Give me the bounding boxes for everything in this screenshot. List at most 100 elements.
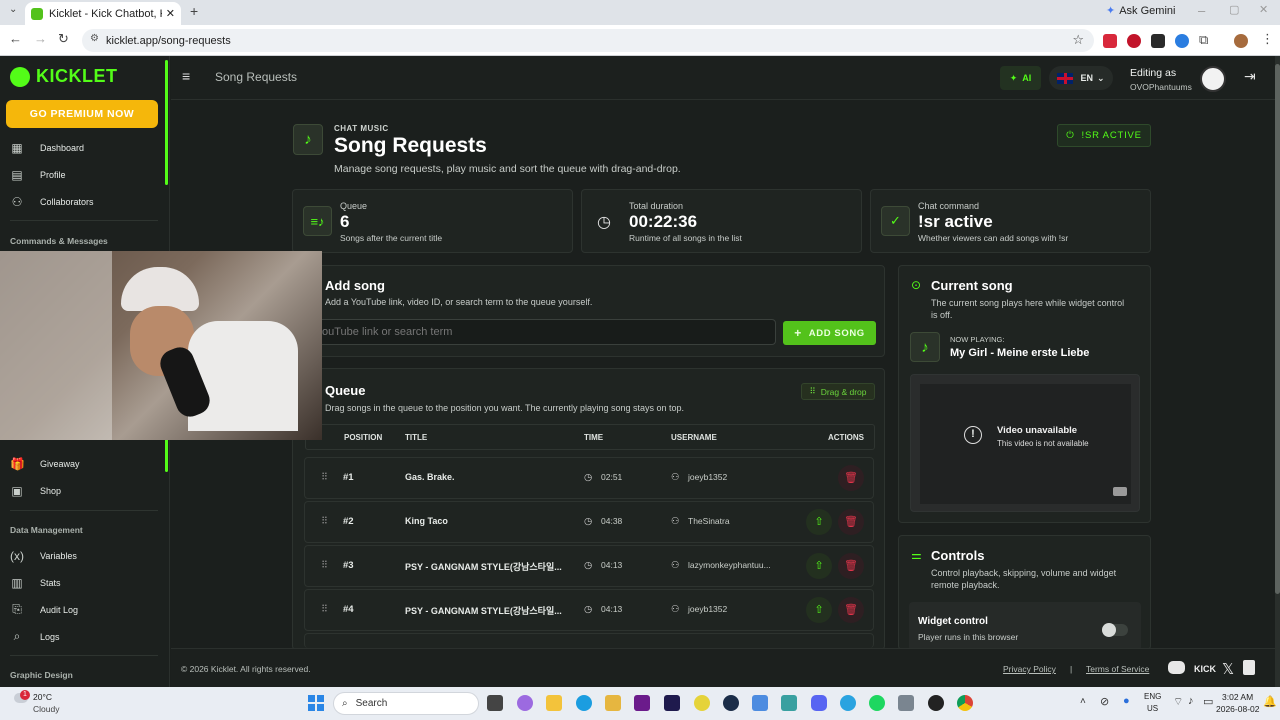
clock-time[interactable]: 3:02 AM (1222, 692, 1253, 702)
row-title: Gas. Brake. (405, 472, 455, 482)
drag-handle-icon: ⠿ (809, 386, 816, 396)
file-explorer-icon[interactable] (546, 695, 562, 711)
sidebar-item-shop[interactable]: ▣ Shop (10, 484, 61, 498)
taskbar-search-box[interactable]: ⌕ Search (333, 692, 479, 715)
tray-battery-icon[interactable]: ▭ (1203, 695, 1213, 708)
sidebar-item-audit-log[interactable]: ⎘ Audit Log (10, 602, 78, 617)
tray-wifi-icon[interactable]: ⌔ (1173, 695, 1183, 709)
drag-handle-icon[interactable]: ⠿ (321, 472, 328, 483)
x-twitter-icon[interactable]: 𝕏 (1222, 660, 1234, 678)
drag-handle-icon[interactable]: ⠿ (321, 516, 328, 527)
site-info-icon[interactable]: ⚙ (90, 33, 99, 44)
docs-icon[interactable] (1243, 660, 1255, 675)
drag-handle-icon[interactable]: ⠿ (321, 604, 328, 615)
sidebar-item-variables[interactable]: (x) Variables (10, 549, 77, 563)
reload-icon[interactable]: ↻ (58, 31, 69, 47)
tray-network-off-icon[interactable]: ⊘ (1100, 695, 1109, 708)
task-view-icon[interactable] (487, 695, 503, 711)
tray-mic-icon[interactable]: ● (1123, 695, 1130, 707)
tab-close-icon[interactable]: ✕ (166, 7, 175, 20)
add-song-button[interactable]: + ADD SONG (783, 321, 876, 345)
queue-row[interactable]: ⠿ #3 PSY - GANGNAM STYLE(강남스타일... ◷ 04:1… (304, 545, 874, 587)
extension-icon-4[interactable] (1175, 34, 1189, 48)
queue-row[interactable]: ⠿ #1 Gas. Brake. ◷ 02:51 ⚇ joeyb1352 🗑 (304, 457, 874, 499)
terms-of-service-link[interactable]: Terms of Service (1086, 664, 1149, 674)
menu-toggle-icon[interactable]: ≡ (182, 68, 190, 84)
app-icon-15[interactable] (898, 695, 914, 711)
move-up-button[interactable]: ⇧ (806, 509, 832, 535)
bookmark-star-icon[interactable]: ☆ (1072, 32, 1084, 48)
logout-icon[interactable]: ⇥ (1244, 68, 1256, 85)
sidebar-scrollbar[interactable] (165, 60, 168, 185)
browser-menu-icon[interactable]: ⋮ (1261, 31, 1274, 47)
new-tab-icon[interactable]: + (190, 3, 198, 19)
page-scrollbar[interactable] (1275, 56, 1280, 687)
spotify-icon[interactable] (869, 695, 885, 711)
delete-song-button[interactable]: 🗑 (838, 597, 864, 623)
ai-button[interactable]: ✦ AI (1000, 66, 1041, 90)
url-field[interactable]: ⚙ kicklet.app/song-requests ☆ (82, 29, 1094, 52)
chrome-icon[interactable] (957, 695, 973, 711)
sidebar-item-giveaway[interactable]: 🎁 Giveaway (10, 457, 80, 471)
tray-volume-icon[interactable]: ♪ (1188, 695, 1194, 707)
user-avatar[interactable] (1200, 66, 1226, 92)
discord-icon[interactable] (1168, 661, 1185, 674)
sidebar-item-collaborators[interactable]: ⚇ Collaborators (10, 195, 94, 209)
app-icon-10[interactable] (752, 695, 768, 711)
windows-start-icon[interactable] (308, 695, 324, 711)
move-up-button[interactable]: ⇧ (806, 597, 832, 623)
song-search-input[interactable] (315, 319, 776, 345)
delete-song-button[interactable]: 🗑 (838, 509, 864, 535)
page-scrollbar-thumb[interactable] (1275, 64, 1280, 594)
ask-gemini-button[interactable]: ✦ Ask Gemini (1106, 4, 1175, 18)
language-select[interactable]: EN ⌄ (1049, 66, 1113, 90)
clock-date[interactable]: 2026-08-02 (1216, 704, 1259, 714)
minimize-icon[interactable]: – (1198, 3, 1205, 18)
discord-taskbar-icon[interactable] (811, 695, 827, 711)
edge-icon[interactable] (576, 695, 592, 711)
app-icon-5[interactable] (605, 695, 621, 711)
tray-lang-2[interactable]: US (1147, 704, 1158, 713)
sidebar-item-dashboard[interactable]: ▦ Dashboard (10, 141, 84, 155)
app-icon-11[interactable] (781, 695, 797, 711)
queue-row[interactable]: ⠿ #2 King Taco ◷ 04:38 ⚇ TheSinatra ⇧ 🗑 (304, 501, 874, 543)
video-player[interactable]: ! Video unavailable This video is not av… (910, 374, 1140, 512)
extensions-puzzle-icon[interactable]: ⧉ (1199, 32, 1208, 48)
sidebar-item-stats[interactable]: ▥ Stats (10, 576, 60, 590)
premiere-icon[interactable] (664, 695, 680, 711)
telegram-icon[interactable] (840, 695, 856, 711)
app-icon-8[interactable] (694, 695, 710, 711)
close-window-icon[interactable]: ✕ (1259, 3, 1268, 16)
tab-list-icon[interactable]: ⌄ (9, 4, 17, 15)
app-icon-6[interactable] (634, 695, 650, 711)
sidebar-item-logs[interactable]: ⌕ Logs (10, 629, 60, 644)
extension-icon-3[interactable] (1151, 34, 1165, 48)
browser-tab[interactable]: Kicklet - Kick Chatbot, Kick Wid ✕ (25, 2, 181, 25)
queue-row-partial[interactable] (304, 633, 874, 648)
notification-bell-icon[interactable]: 🔔 (1263, 695, 1277, 708)
tray-lang-1[interactable]: ENG (1144, 692, 1161, 701)
drag-handle-icon[interactable]: ⠿ (321, 560, 328, 571)
copilot-icon[interactable] (517, 695, 533, 711)
forward-icon[interactable]: → (34, 31, 47, 46)
kicklet-logo[interactable]: KICKLET (10, 66, 118, 87)
extension-icon-1[interactable] (1103, 34, 1117, 48)
steam-icon[interactable] (723, 695, 739, 711)
delete-song-button[interactable]: 🗑 (838, 465, 864, 491)
profile-avatar-icon[interactable] (1234, 34, 1248, 48)
privacy-policy-link[interactable]: Privacy Policy (1003, 664, 1056, 674)
app-icon-16[interactable] (928, 695, 944, 711)
sidebar-item-profile[interactable]: ▤ Profile (10, 168, 65, 182)
kick-icon[interactable]: KICK (1194, 664, 1216, 674)
back-icon[interactable]: ← (9, 31, 22, 46)
delete-song-button[interactable]: 🗑 (838, 553, 864, 579)
extension-icon-2[interactable] (1127, 34, 1141, 48)
sidebar-scrollbar-thumb[interactable] (165, 436, 168, 472)
maximize-icon[interactable]: ▢ (1229, 3, 1239, 16)
queue-row[interactable]: ⠿ #4 PSY - GANGNAM STYLE(강남스타일... ◷ 04:1… (304, 589, 874, 631)
move-up-button[interactable]: ⇧ (806, 553, 832, 579)
go-premium-button[interactable]: GO PREMIUM NOW (6, 100, 158, 128)
tray-chevron-icon[interactable]: ˄ (1080, 696, 1086, 707)
widget-control-toggle[interactable] (1102, 623, 1128, 637)
youtube-icon[interactable] (1113, 487, 1127, 496)
